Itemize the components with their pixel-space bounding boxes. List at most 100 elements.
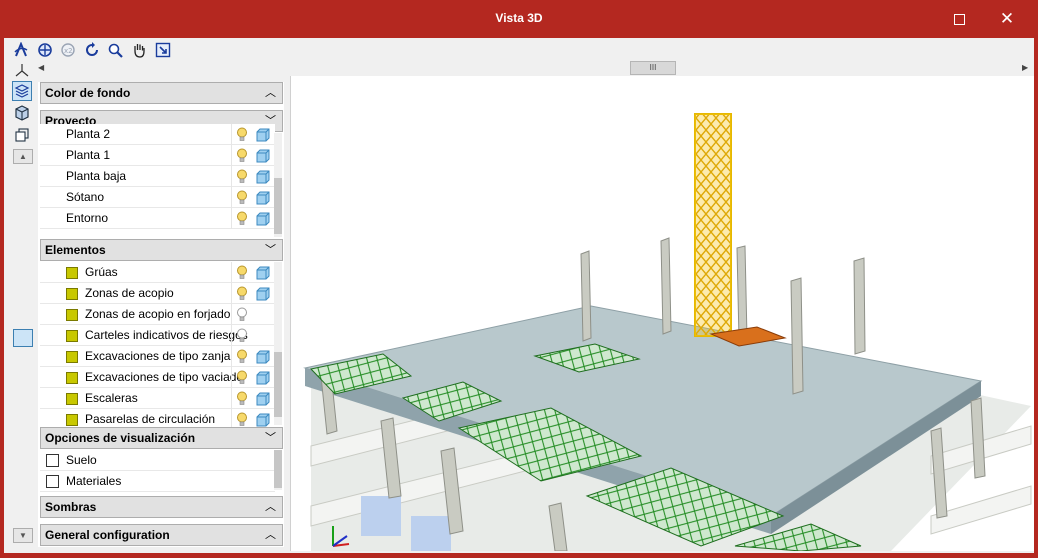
color-swatch[interactable] — [66, 309, 78, 321]
solid-view-button[interactable] — [12, 103, 32, 123]
row-label: Materiales — [66, 474, 122, 488]
elemento-row[interactable]: Zonas de acopio en forjado — [40, 304, 275, 325]
section-general[interactable]: General configuration ︿ — [40, 524, 283, 546]
chevron-down-icon[interactable]: ﹀ — [265, 428, 276, 448]
elementos-scroll-thumb[interactable] — [274, 352, 282, 417]
panel-scroll-thumb[interactable] — [13, 329, 33, 347]
color-swatch[interactable] — [66, 330, 78, 342]
wireframe-view-button[interactable] — [12, 125, 32, 145]
maximize-icon — [953, 13, 965, 25]
elemento-row[interactable]: Carteles indicativos de riesgos — [40, 325, 275, 346]
scroll-right-icon[interactable]: ▶ — [1022, 63, 1028, 72]
proyecto-row[interactable]: Sótano — [40, 187, 275, 208]
panel-scroll-up-button[interactable]: ▲ — [13, 149, 33, 164]
layers-button[interactable] — [12, 81, 32, 101]
title-bar[interactable]: Vista 3D ✕ — [0, 0, 1038, 38]
checkbox[interactable] — [46, 454, 59, 467]
cube-icon[interactable] — [256, 266, 270, 280]
bulb-icon[interactable] — [236, 328, 248, 343]
chevron-up-icon[interactable]: ︿ — [265, 497, 276, 517]
proyecto-row[interactable]: Planta 2 — [40, 124, 275, 145]
horizontal-scrollbar[interactable]: ◀ III ▶ — [34, 60, 1034, 76]
cube-icon[interactable] — [256, 287, 270, 301]
section-elementos[interactable]: Elementos ﹀ — [40, 239, 283, 261]
section-opciones[interactable]: Opciones de visualización ﹀ — [40, 427, 283, 449]
color-swatch[interactable] — [66, 414, 78, 426]
export-view-button[interactable] — [154, 41, 172, 58]
layers-icon — [14, 84, 30, 98]
orbit-button[interactable] — [12, 41, 30, 58]
proyecto-scrollbar[interactable] — [274, 133, 282, 237]
checkbox[interactable] — [46, 475, 59, 488]
cube-icon[interactable] — [256, 212, 270, 226]
view-toolbar: x2 — [4, 38, 1034, 60]
bulb-icon[interactable] — [236, 127, 248, 142]
pan-button[interactable] — [130, 41, 148, 58]
bulb-icon[interactable] — [236, 211, 248, 226]
wireframe-view-icon — [15, 128, 29, 142]
cube-icon[interactable] — [256, 392, 270, 406]
section-sombras[interactable]: Sombras ︿ — [40, 496, 283, 518]
column-separator — [231, 388, 232, 409]
cube-icon[interactable] — [256, 128, 270, 142]
row-label: Escaleras — [85, 391, 138, 405]
chevron-down-icon[interactable]: ﹀ — [265, 240, 276, 260]
elemento-row[interactable]: Grúas — [40, 262, 275, 283]
window-title: Vista 3D — [495, 11, 543, 25]
scroll-left-icon[interactable]: ◀ — [38, 63, 44, 72]
bulb-icon[interactable] — [236, 391, 248, 406]
zoom-previous-button[interactable]: x2 — [59, 41, 77, 58]
section-color-fondo[interactable]: Color de fondo ︿ — [40, 82, 283, 104]
3d-viewport[interactable] — [290, 76, 1034, 551]
bulb-icon[interactable] — [236, 265, 248, 280]
cube-icon[interactable] — [256, 191, 270, 205]
bulb-icon[interactable] — [236, 349, 248, 364]
color-swatch[interactable] — [66, 288, 78, 300]
bulb-icon[interactable] — [236, 412, 248, 427]
bulb-icon[interactable] — [236, 286, 248, 301]
bulb-icon[interactable] — [236, 169, 248, 184]
bulb-icon[interactable] — [236, 307, 248, 322]
chevron-up-icon[interactable]: ︿ — [265, 83, 276, 103]
color-swatch[interactable] — [66, 351, 78, 363]
zoom-extents-button[interactable] — [36, 41, 54, 58]
cube-icon[interactable] — [256, 170, 270, 184]
scroll-thumb[interactable]: III — [630, 61, 676, 75]
column-separator — [231, 208, 232, 229]
chevron-up-icon[interactable]: ︿ — [265, 525, 276, 545]
bulb-icon[interactable] — [236, 148, 248, 163]
proyecto-scroll-thumb[interactable] — [274, 178, 282, 234]
axes-button[interactable] — [12, 60, 32, 80]
zoom-previous-icon: x2 — [61, 42, 75, 57]
elemento-row[interactable]: Escaleras — [40, 388, 275, 409]
close-button[interactable]: ✕ — [984, 0, 1030, 38]
bulb-icon[interactable] — [236, 190, 248, 205]
close-icon: ✕ — [999, 9, 1015, 28]
zoom-window-button[interactable] — [106, 41, 124, 58]
proyecto-row[interactable]: Entorno — [40, 208, 275, 229]
elemento-row[interactable]: Zonas de acopio — [40, 283, 275, 304]
maximize-button[interactable] — [936, 0, 982, 38]
proyecto-row[interactable]: Planta baja — [40, 166, 275, 187]
opciones-scroll-thumb[interactable] — [274, 450, 282, 488]
cube-icon[interactable] — [256, 371, 270, 385]
column-separator — [231, 325, 232, 346]
color-swatch[interactable] — [66, 372, 78, 384]
opcion-row[interactable]: Suelo — [40, 450, 275, 471]
color-swatch[interactable] — [66, 393, 78, 405]
color-swatch[interactable] — [66, 267, 78, 279]
cube-icon[interactable] — [256, 149, 270, 163]
elementos-scrollbar[interactable] — [274, 262, 282, 425]
cube-icon[interactable] — [256, 413, 270, 427]
orbit-icon — [14, 41, 28, 56]
panel-scroll-down-button[interactable]: ▼ — [13, 528, 33, 543]
elemento-row[interactable]: Excavaciones de tipo zanja — [40, 346, 275, 367]
opcion-row[interactable]: Materiales — [40, 471, 275, 492]
bulb-icon[interactable] — [236, 370, 248, 385]
cube-icon[interactable] — [256, 350, 270, 364]
elemento-row[interactable]: Excavaciones de tipo vaciado — [40, 367, 275, 388]
rotate-button[interactable] — [83, 41, 101, 58]
proyecto-row[interactable]: Planta 1 — [40, 145, 275, 166]
column-separator — [231, 124, 232, 145]
opciones-scrollbar[interactable] — [274, 450, 282, 490]
